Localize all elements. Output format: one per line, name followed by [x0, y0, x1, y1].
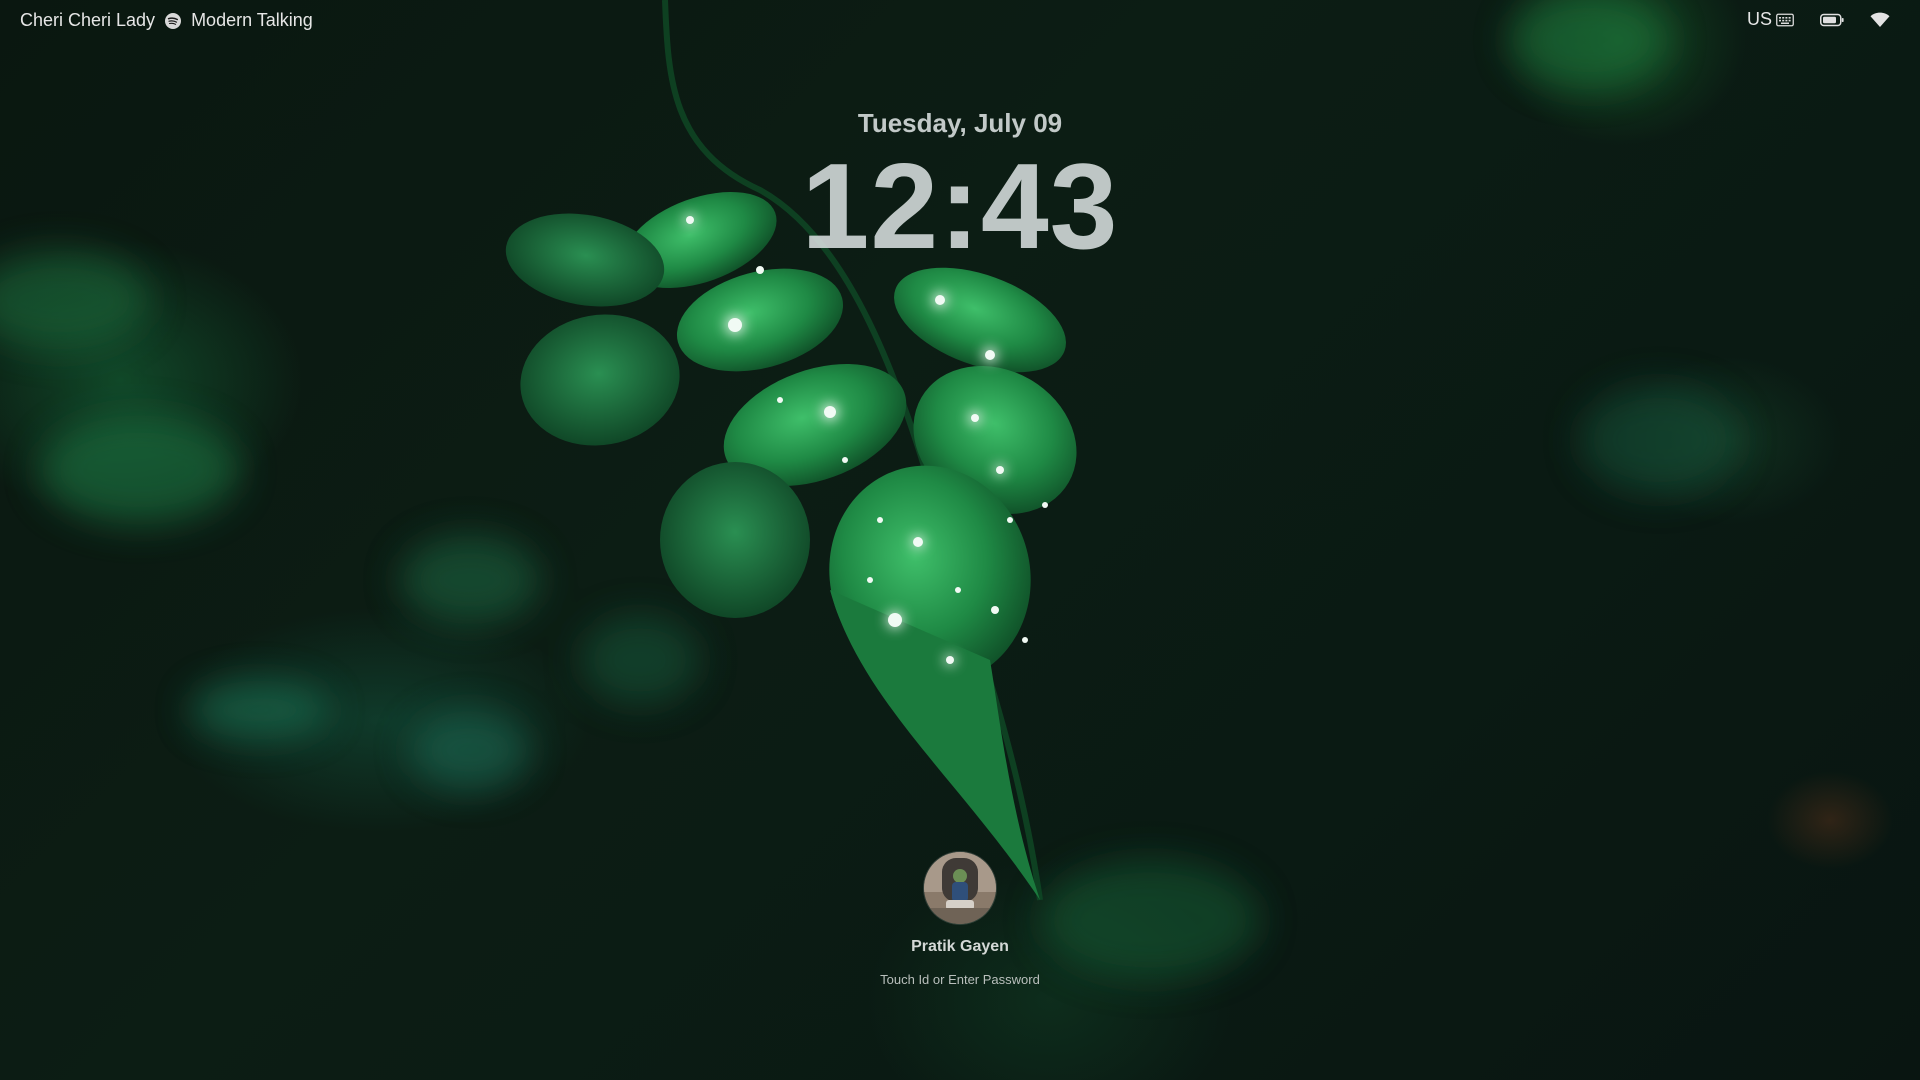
- spotify-icon: [165, 12, 182, 29]
- artist-name[interactable]: Modern Talking: [191, 10, 313, 31]
- keyboard-icon: [1776, 13, 1794, 26]
- login-hint[interactable]: Touch Id or Enter Password: [0, 972, 1920, 987]
- lock-date: Tuesday, July 09: [857, 108, 1063, 138]
- lock-screen: Cheri Cheri Lady Modern Talking US Tuesd…: [0, 0, 1920, 1080]
- keyboard-layout-label[interactable]: US: [1747, 9, 1772, 30]
- battery-icon[interactable]: [1820, 13, 1844, 27]
- menu-bar: Cheri Cheri Lady Modern Talking US: [0, 0, 1920, 40]
- user-name: Pratik Gayen: [911, 938, 1009, 955]
- now-playing[interactable]: Cheri Cheri Lady Modern Talking: [20, 10, 313, 31]
- user-avatar[interactable]: [924, 852, 996, 924]
- avatar-photo: [924, 852, 996, 924]
- wifi-icon[interactable]: [1870, 12, 1890, 28]
- status-area: US: [1747, 9, 1890, 30]
- lock-time: 12:43: [801, 138, 1119, 274]
- input-source[interactable]: US: [1747, 9, 1794, 30]
- track-title[interactable]: Cheri Cheri Lady: [20, 10, 155, 31]
